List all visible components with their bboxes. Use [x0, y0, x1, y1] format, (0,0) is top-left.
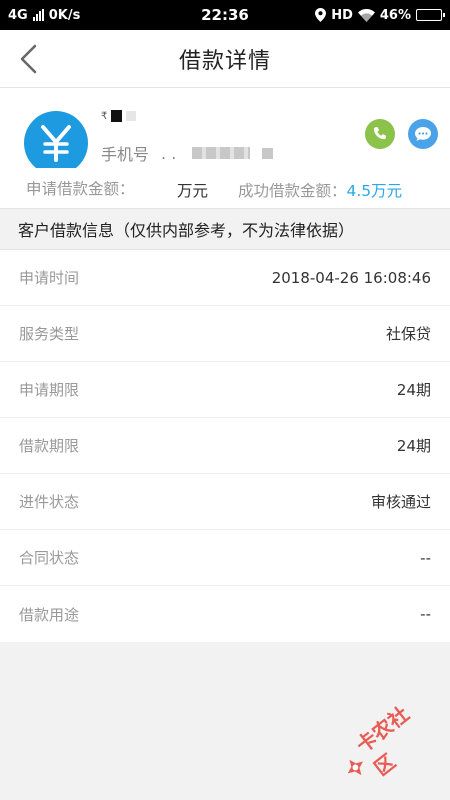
info-label: 进件状态 — [19, 493, 80, 511]
section-header: 客户借款信息（仅供内部参考，不为法律依据） — [0, 208, 450, 250]
status-left: 4G 0K/s — [8, 8, 80, 23]
phone-label: 手机号 — [101, 145, 150, 164]
info-row-contract-status: 合同状态 -- — [0, 530, 450, 586]
network-speed: 0K/s — [48, 7, 81, 23]
customer-name: ₹ — [101, 110, 137, 122]
info-row-service-type: 服务类型 社保贷 — [0, 306, 450, 362]
name-redacted-2 — [126, 111, 137, 121]
info-value: 2018-04-26 16:08:46 — [271, 268, 431, 287]
info-row-loan-term: 借款期限 24期 — [0, 418, 450, 474]
status-time: 22:36 — [201, 6, 249, 24]
info-value: 审核通过 — [370, 493, 431, 511]
info-label: 合同状态 — [19, 549, 80, 567]
info-value: 社保贷 — [385, 325, 431, 343]
status-bar: 4G 0K/s 22:36 HD 46% — [0, 0, 450, 30]
wifi-icon — [357, 8, 375, 22]
battery-percent: 46% — [379, 7, 411, 23]
info-value: -- — [420, 548, 431, 567]
loan-amounts: 申请借款金额： 万元 成功借款金额：4.5万元 — [0, 168, 450, 208]
profile-card: ₹ 手机号 . . — [0, 88, 450, 175]
message-button[interactable] — [408, 119, 438, 149]
status-right: HD 46% — [315, 7, 445, 23]
phone-redacted — [192, 147, 251, 159]
info-label: 申请期限 — [19, 381, 80, 399]
nav-bar: 借款详情 — [0, 30, 450, 88]
info-label: 申请时间 — [19, 269, 80, 287]
chat-bubble-icon — [415, 127, 431, 141]
info-row-submission-status: 进件状态 审核通过 — [0, 474, 450, 530]
watermark: 卡农社区 — [329, 688, 446, 797]
name-redacted — [111, 110, 123, 122]
info-value: 24期 — [396, 437, 431, 455]
info-value: 24期 — [396, 381, 431, 399]
signal-icon — [32, 9, 44, 21]
info-label: 服务类型 — [19, 325, 80, 343]
page-title: 借款详情 — [178, 48, 271, 74]
loan-info-list: 申请时间 2018-04-26 16:08:46 服务类型 社保贷 申请期限 2… — [0, 250, 450, 642]
info-row-apply-term: 申请期限 24期 — [0, 362, 450, 418]
info-label: 借款期限 — [19, 437, 80, 455]
location-icon — [315, 8, 327, 22]
avatar — [24, 111, 88, 175]
info-row-apply-time: 申请时间 2018-04-26 16:08:46 — [0, 250, 450, 306]
battery-icon — [416, 9, 445, 21]
success-amount-value: 4.5万元 — [346, 182, 403, 200]
call-button[interactable] — [365, 119, 395, 149]
info-value: -- — [420, 605, 431, 623]
phone-line: 手机号 . . — [101, 141, 274, 165]
phone-icon — [373, 127, 386, 140]
network-type: 4G — [8, 7, 28, 23]
chevron-left-icon — [20, 44, 37, 74]
phone-redacted-2 — [262, 147, 274, 159]
applied-amount-value: 万元 — [177, 182, 209, 200]
info-label: 借款用途 — [19, 605, 80, 624]
success-amount-label: 成功借款金额： — [238, 182, 347, 200]
phone-dots: . . — [161, 143, 177, 163]
success-amount: 成功借款金额：4.5万元 — [238, 179, 402, 201]
yuan-icon — [41, 125, 71, 162]
info-row-loan-purpose: 借款用途 -- — [0, 586, 450, 642]
applied-amount-label: 申请借款金额： — [26, 180, 135, 198]
back-button[interactable] — [10, 40, 46, 78]
name-visible-char: ₹ — [101, 110, 108, 122]
hd-indicator: HD — [331, 7, 353, 23]
